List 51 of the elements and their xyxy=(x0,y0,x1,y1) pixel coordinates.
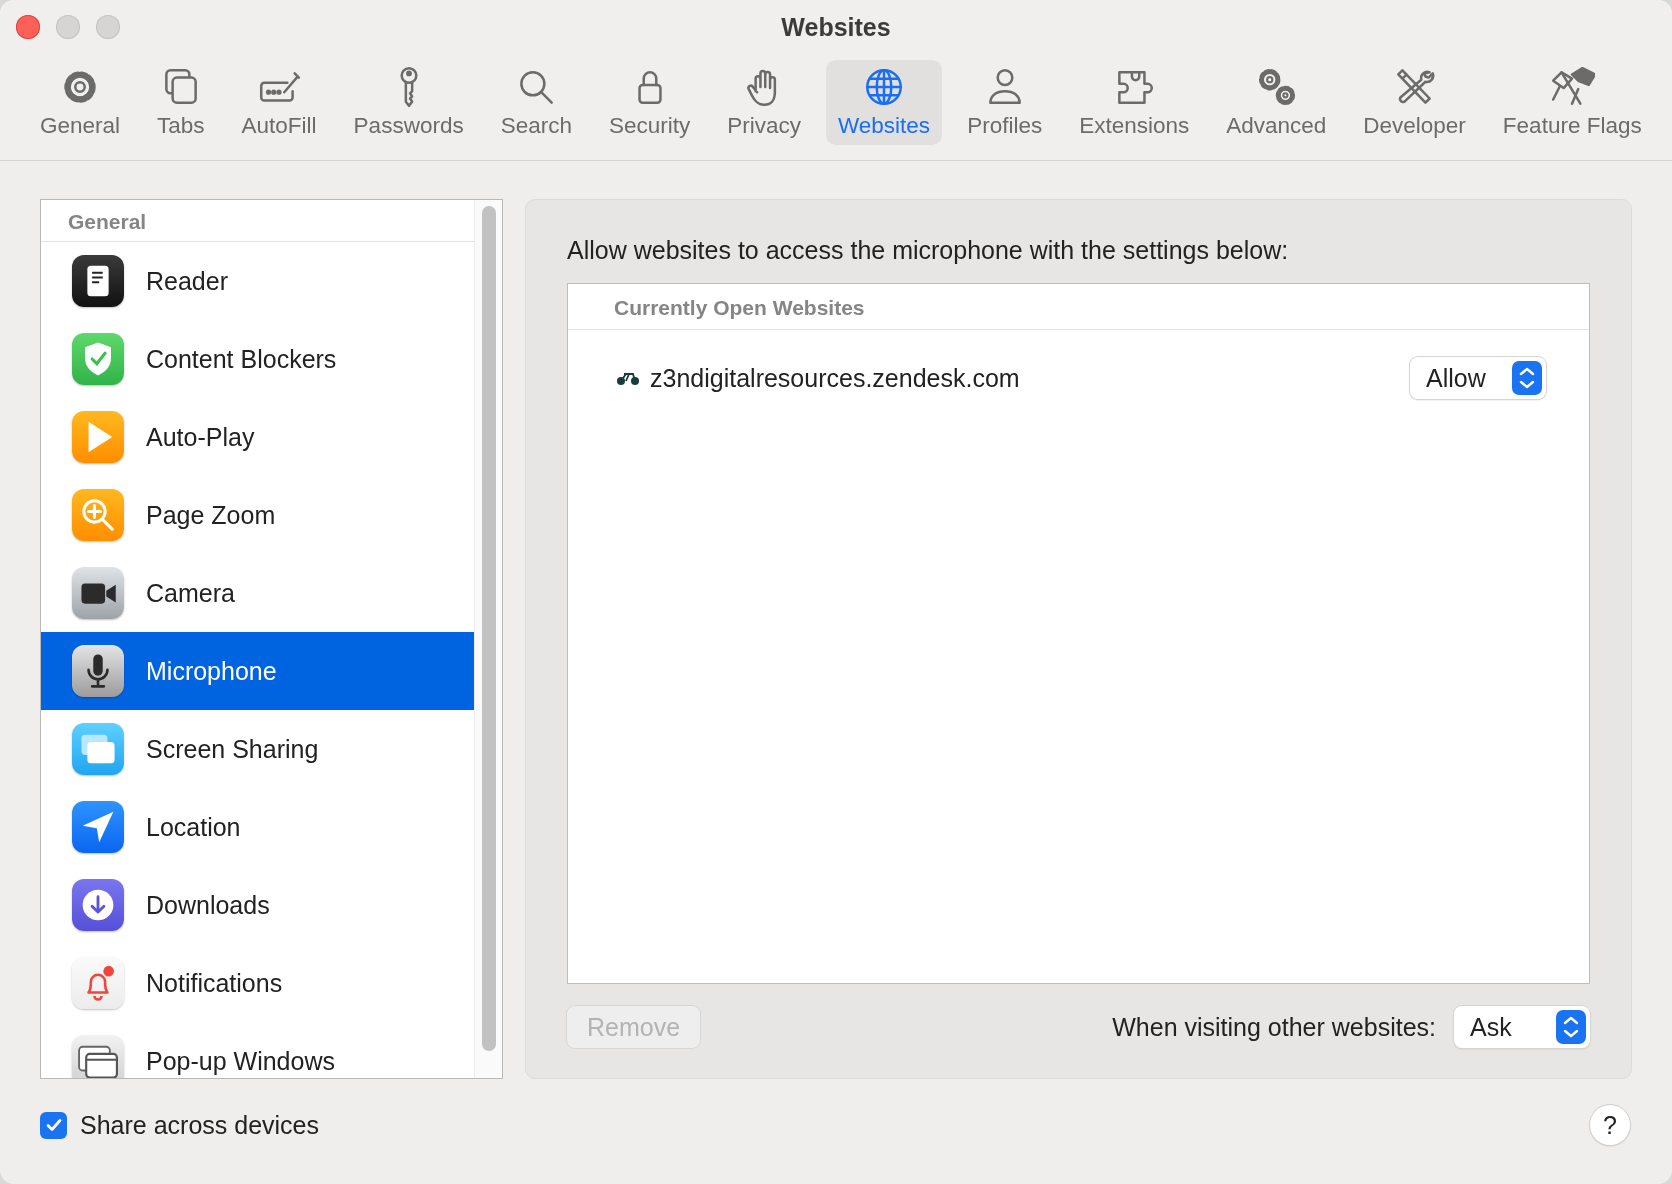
toolbar-tab[interactable]: General xyxy=(28,60,133,145)
table-header: Currently Open Websites xyxy=(568,284,1589,330)
share-checkbox[interactable] xyxy=(40,1111,67,1139)
bell-icon xyxy=(72,957,124,1009)
stepper-icon xyxy=(1556,1010,1586,1044)
stepper-icon xyxy=(1512,361,1542,395)
toolbar-tab[interactable]: Profiles xyxy=(955,60,1055,145)
close-button[interactable] xyxy=(16,15,40,39)
sidebar-item[interactable]: Page Zoom xyxy=(41,476,474,554)
sidebar-item[interactable]: Auto-Play xyxy=(41,398,474,476)
download-icon xyxy=(72,879,124,931)
microphone-icon xyxy=(72,645,124,697)
window-title: Websites xyxy=(781,12,891,41)
default-permission-select[interactable]: Ask xyxy=(1454,1006,1590,1048)
section-header: General xyxy=(41,200,474,242)
sidebar-item[interactable]: Downloads xyxy=(41,866,474,944)
toolbar-tab[interactable]: Developer xyxy=(1351,60,1478,145)
zoom-button[interactable] xyxy=(96,15,120,39)
sidebar-item[interactable]: Pop-up Windows xyxy=(41,1022,474,1078)
bicycle-icon xyxy=(616,370,640,386)
toolbar-tab[interactable]: Extensions xyxy=(1067,60,1202,145)
help-button[interactable]: ? xyxy=(1590,1105,1630,1145)
toolbar-tab[interactable]: AutoFill xyxy=(229,60,329,145)
description-text: Allow websites to access the microphone with the settings below: xyxy=(567,236,1290,265)
shield-icon xyxy=(72,333,124,385)
sidebar-item[interactable]: Notifications xyxy=(41,944,474,1022)
sidebar-item[interactable]: Reader xyxy=(41,242,474,320)
other-websites-label: When visiting other websites: xyxy=(1112,1012,1436,1042)
permission-select[interactable]: Allow xyxy=(1410,357,1546,399)
sidebar-item[interactable]: Screen Sharing xyxy=(41,710,474,788)
scrollbar[interactable] xyxy=(481,206,496,1051)
toolbar-tab[interactable]: Privacy xyxy=(715,60,813,145)
minimize-button[interactable] xyxy=(56,15,80,39)
document-icon xyxy=(72,255,124,307)
sidebar-item[interactable]: Microphone xyxy=(41,632,474,710)
windows-icon xyxy=(72,723,124,775)
sidebar-item[interactable]: Camera xyxy=(41,554,474,632)
toolbar-tab[interactable]: Advanced xyxy=(1214,60,1339,145)
toolbar-tab[interactable]: Security xyxy=(596,60,703,145)
share-label: Share across devices xyxy=(80,1110,319,1140)
sidebar-item[interactable]: Location xyxy=(41,788,474,866)
play-icon xyxy=(72,411,124,463)
zoom-icon xyxy=(72,489,124,541)
toolbar-tab[interactable]: Websites xyxy=(826,60,943,145)
toolbar-tab[interactable]: Passwords xyxy=(341,60,476,145)
sidebar-item[interactable]: Content Blockers xyxy=(41,320,474,398)
video-camera-icon xyxy=(72,567,124,619)
toolbar-tab[interactable]: Tabs xyxy=(145,60,217,145)
website-name: z3ndigitalresources.zendesk.com xyxy=(650,363,1021,393)
toolbar-tab[interactable]: Feature Flags xyxy=(1490,60,1654,145)
toolbar-tab[interactable]: Search xyxy=(488,60,584,145)
